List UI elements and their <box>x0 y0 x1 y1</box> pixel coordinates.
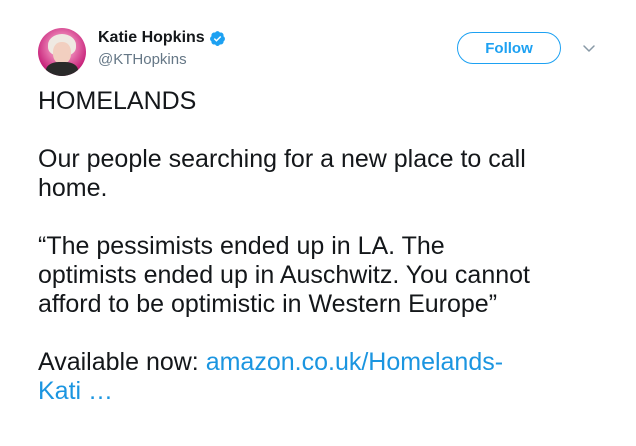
avatar-body <box>46 62 78 76</box>
verified-badge-icon <box>209 30 225 46</box>
tweet-paragraph-2: Our people searching for a new place to … <box>38 145 526 202</box>
user-info[interactable]: Katie Hopkins @KTHopkins <box>98 28 226 68</box>
tweet-paragraph-title: HOMELANDS <box>38 87 197 115</box>
available-prefix: Available now: <box>38 348 206 376</box>
tweet-paragraph-quote: “The pessimists ended up in LA. The opti… <box>38 232 530 318</box>
avatar-face <box>53 42 71 64</box>
tweet-card: Katie Hopkins @KTHopkins Follow HOMELAND… <box>0 0 636 446</box>
chevron-down-icon[interactable] <box>581 40 597 56</box>
user-handle[interactable]: @KTHopkins <box>98 51 226 68</box>
tweet-text: HOMELANDS Our people searching for a new… <box>38 87 608 406</box>
display-name[interactable]: Katie Hopkins <box>98 29 205 47</box>
name-row: Katie Hopkins <box>98 28 226 48</box>
tweet-paragraph-availability: Available now: amazon.co.uk/Homelands- K… <box>38 348 608 406</box>
tweet-header: Katie Hopkins @KTHopkins Follow <box>38 28 608 78</box>
follow-button[interactable]: Follow <box>457 32 561 64</box>
avatar[interactable] <box>38 28 86 76</box>
